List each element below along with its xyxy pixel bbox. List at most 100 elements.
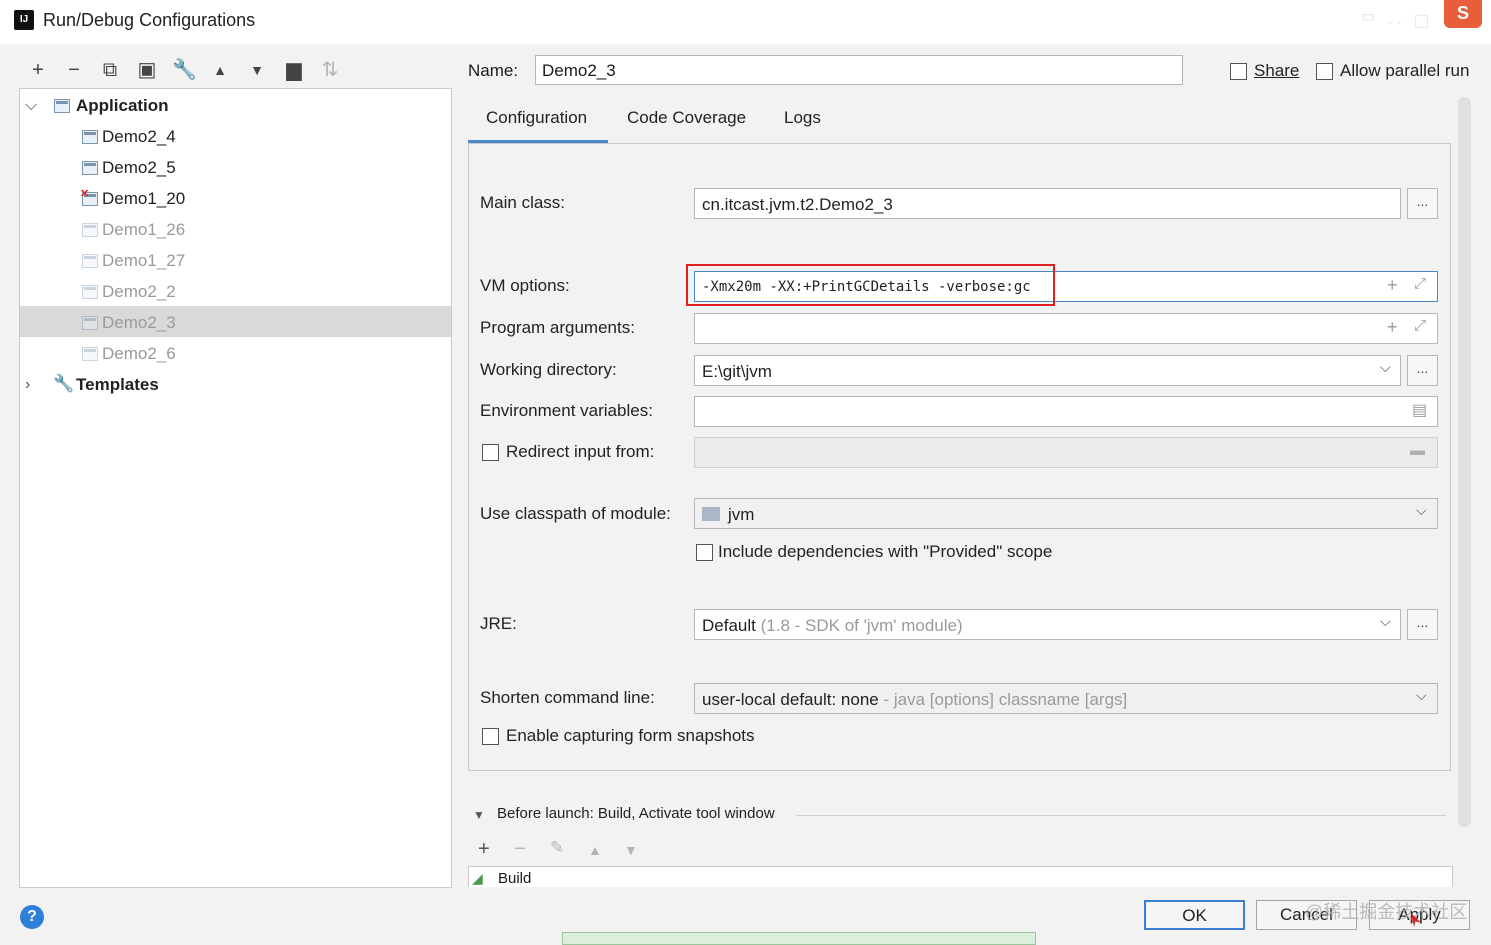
- ok-button[interactable]: OK: [1144, 900, 1245, 930]
- working-directory-input[interactable]: E:\git\jvm: [694, 355, 1401, 386]
- tree-node-application[interactable]: ⌵ Application: [20, 92, 451, 123]
- remove-icon: −: [514, 838, 526, 860]
- tree-item-label: Demo1_26: [102, 220, 186, 239]
- sogou-logo-icon: S: [1444, 0, 1482, 28]
- tree-item-label: Demo2_2: [102, 282, 176, 301]
- program-arguments-label: Program arguments:: [480, 318, 635, 337]
- chevron-down-icon[interactable]: ⌵: [1380, 613, 1391, 630]
- main-class-label: Main class:: [480, 193, 566, 212]
- temporary-config-icon: [82, 347, 98, 361]
- taskbar-strip: [562, 932, 1036, 945]
- help-icon[interactable]: ?: [20, 905, 44, 929]
- build-icon: ◢: [472, 870, 483, 886]
- move-down-icon[interactable]: ▼: [245, 58, 269, 82]
- allow-parallel-checkbox[interactable]: [1316, 63, 1333, 80]
- tab-code-coverage[interactable]: Code Coverage: [627, 108, 746, 128]
- tree-node-label: Application: [76, 96, 169, 115]
- main-class-browse-button[interactable]: ...: [1407, 188, 1438, 219]
- folder-icon[interactable]: ▆: [282, 58, 306, 82]
- plus-icon[interactable]: +: [1387, 317, 1398, 338]
- add-icon[interactable]: +: [26, 58, 50, 82]
- module-icon: [702, 507, 720, 521]
- tree-item[interactable]: Demo1_26: [20, 216, 451, 247]
- jre-browse-button[interactable]: ...: [1407, 609, 1438, 640]
- working-directory-browse-button[interactable]: ...: [1407, 355, 1438, 386]
- tree-item[interactable]: Demo1_27: [20, 247, 451, 278]
- tree-item[interactable]: Demo2_5: [20, 154, 451, 185]
- tree-item-selected[interactable]: Demo2_3: [20, 306, 451, 337]
- jre-hint: (1.8 - SDK of 'jvm' module): [760, 616, 963, 635]
- collapse-triangle-icon[interactable]: ▼: [473, 808, 485, 822]
- classpath-module-label: Use classpath of module:: [480, 504, 671, 523]
- redirect-input-checkbox[interactable]: [482, 444, 499, 461]
- environment-variables-input[interactable]: [694, 396, 1438, 427]
- shorten-command-line-select[interactable]: user-local default: none - java [options…: [694, 683, 1438, 714]
- tree-item-label: Demo2_5: [102, 158, 176, 177]
- include-dependencies-checkbox[interactable]: [696, 544, 713, 561]
- classpath-module-select[interactable]: jvm: [694, 498, 1438, 529]
- main-class-input[interactable]: cn.itcast.jvm.t2.Demo2_3: [694, 188, 1401, 219]
- redirect-input-label: Redirect input from:: [506, 442, 655, 461]
- temporary-config-icon: [82, 254, 98, 268]
- environment-variables-label: Environment variables:: [480, 401, 653, 420]
- tree-item-label: Demo1_20: [102, 189, 186, 208]
- tab-configuration[interactable]: Configuration: [486, 108, 587, 128]
- sort-icon[interactable]: ⇅: [318, 58, 342, 82]
- plus-icon[interactable]: +: [1387, 275, 1398, 296]
- jre-label: JRE:: [480, 614, 517, 633]
- divider: [796, 815, 1446, 816]
- copy-icon[interactable]: ⧉: [98, 58, 122, 82]
- run-config-error-icon: ✕: [80, 188, 98, 206]
- share-label: Share: [1254, 61, 1300, 80]
- configuration-tree[interactable]: ⌵ Application Demo2_4 Demo2_5 ✕ Demo1_20…: [19, 88, 452, 888]
- working-directory-label: Working directory:: [480, 360, 617, 379]
- share-checkbox[interactable]: [1230, 63, 1247, 80]
- include-dependencies-label: Include dependencies with "Provided" sco…: [718, 542, 1053, 561]
- document-icon[interactable]: ▤: [1412, 400, 1427, 420]
- chevron-right-icon[interactable]: ›: [25, 376, 30, 394]
- tree-node-label: Templates: [76, 375, 159, 394]
- expand-icon[interactable]: ⤢: [1414, 317, 1426, 334]
- before-launch-item[interactable]: Build: [498, 870, 531, 887]
- name-input[interactable]: Demo2_3: [535, 55, 1183, 85]
- before-launch-list[interactable]: [468, 866, 1453, 887]
- chevron-down-icon[interactable]: ⌵: [1416, 502, 1427, 519]
- add-icon[interactable]: +: [478, 838, 490, 861]
- run-config-icon: [82, 161, 98, 175]
- tree-item[interactable]: Demo2_2: [20, 278, 451, 309]
- wrench-icon: 🔧: [53, 374, 75, 393]
- wrench-icon[interactable]: 🔧: [172, 58, 197, 82]
- title-bar: IJ Run/Debug Configurations ᄆ ·· ☐ S: [0, 0, 1491, 44]
- chevron-down-icon[interactable]: ⌵: [1380, 359, 1391, 376]
- enable-snapshots-checkbox[interactable]: [482, 728, 499, 745]
- allow-parallel-label: Allow parallel run: [1340, 61, 1470, 80]
- run-config-icon: [82, 130, 98, 144]
- expand-icon[interactable]: ⤢: [1414, 275, 1426, 292]
- application-icon: [54, 99, 70, 113]
- move-up-icon[interactable]: ▲: [208, 58, 232, 82]
- tree-item-label: Demo2_4: [102, 127, 176, 146]
- intellij-icon: IJ: [14, 10, 34, 30]
- tree-item[interactable]: Demo2_6: [20, 340, 451, 371]
- temporary-config-icon: [82, 223, 98, 237]
- shorten-value: user-local default: none: [702, 690, 879, 709]
- before-launch-label: Before launch: Build, Activate tool wind…: [497, 805, 775, 822]
- move-down-icon: ▼: [624, 842, 638, 858]
- enable-snapshots-label: Enable capturing form snapshots: [506, 726, 755, 745]
- window-title: Run/Debug Configurations: [43, 10, 256, 30]
- shorten-command-line-label: Shorten command line:: [480, 688, 655, 707]
- chevron-down-icon[interactable]: ⌵: [1416, 687, 1427, 704]
- program-arguments-input[interactable]: [694, 313, 1438, 344]
- highlight-box: [686, 264, 1055, 306]
- move-up-icon: ▲: [588, 842, 602, 858]
- title-bar-faded-controls: ᄆ ·· ☐: [1360, 12, 1433, 32]
- chevron-down-icon[interactable]: ⌵: [25, 97, 37, 115]
- tree-node-templates[interactable]: › 🔧 Templates: [20, 371, 451, 402]
- tree-item[interactable]: ✕ Demo1_20: [20, 185, 451, 216]
- tab-logs[interactable]: Logs: [784, 108, 821, 128]
- scrollbar[interactable]: [1458, 97, 1471, 827]
- save-icon[interactable]: ▣: [135, 58, 159, 82]
- jre-select[interactable]: Default (1.8 - SDK of 'jvm' module): [694, 609, 1401, 640]
- tree-item[interactable]: Demo2_4: [20, 123, 451, 154]
- remove-icon[interactable]: −: [62, 58, 86, 82]
